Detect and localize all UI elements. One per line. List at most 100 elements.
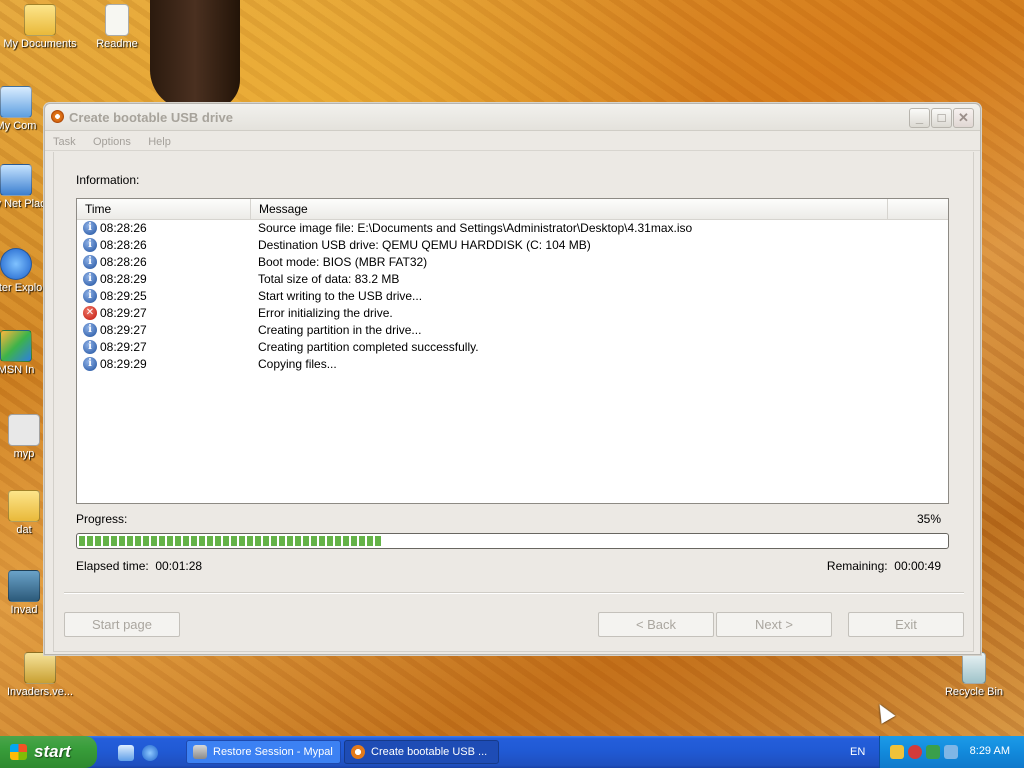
elapsed-label: Elapsed time: xyxy=(76,559,149,573)
log-rows: i 08:28:26 Source image file: E:\Documents… xyxy=(77,220,948,373)
msn-icon xyxy=(0,330,32,362)
desktop-icon-label: MSN In xyxy=(0,364,35,376)
exit-button[interactable]: Exit xyxy=(848,612,964,637)
desktop-icon-label: Readme xyxy=(96,38,138,50)
internet-explorer-icon[interactable] xyxy=(142,745,158,761)
log-row-time: 08:28:26 xyxy=(100,238,147,252)
network-icon[interactable] xyxy=(926,745,940,759)
log-row-message: Destination USB drive: QEMU QEMU HARDDIS… xyxy=(258,238,591,252)
maximize-button[interactable]: □ xyxy=(931,108,952,128)
desktop-icon-internet-explorer[interactable]: Inter Explo xyxy=(0,248,46,294)
separator xyxy=(64,592,964,594)
desktop-icon-invaders-ve[interactable]: Invaders.ve... xyxy=(0,652,80,698)
minimize-button[interactable]: _ xyxy=(909,108,930,128)
task-create-bootable-usb[interactable]: Create bootable USB ... xyxy=(344,740,499,764)
archive-icon xyxy=(24,652,56,684)
app-icon xyxy=(351,745,365,759)
progress-label: Progress: xyxy=(76,512,128,526)
log-row-time: 08:29:27 xyxy=(100,306,147,320)
log-row-message: Total size of data: 83.2 MB xyxy=(258,272,400,286)
desktop-icon-my-computer[interactable]: My Com xyxy=(0,86,46,132)
log-row[interactable]: i 08:28:26 Source image file: E:\Documents… xyxy=(77,220,948,237)
shortcut-icon xyxy=(8,414,40,446)
menu-help[interactable]: Help xyxy=(148,136,171,148)
computer-icon xyxy=(0,86,32,118)
language-indicator[interactable]: EN xyxy=(850,746,865,758)
start-label: start xyxy=(34,742,71,761)
progress-fill xyxy=(79,536,383,546)
log-row-time: 08:29:29 xyxy=(100,357,147,371)
log-row-time: 08:28:29 xyxy=(100,272,147,286)
column-header-message[interactable]: Message xyxy=(251,199,888,219)
log-row[interactable]: i 08:29:29 Copying files... xyxy=(77,356,948,373)
desktop-icon-my-documents[interactable]: My Documents xyxy=(0,4,80,50)
log-list[interactable]: Time Message i 08:28:26 Source image file:… xyxy=(76,198,949,504)
security-icon[interactable] xyxy=(890,745,904,759)
column-header-time[interactable]: Time xyxy=(77,199,251,219)
create-bootable-usb-window: Create bootable USB drive _ □ ✕ Task Opt… xyxy=(44,103,981,655)
info-icon: i xyxy=(83,221,97,235)
log-row-message: Creating partition completed successfull… xyxy=(258,340,479,354)
error-icon: ✕ xyxy=(83,306,97,320)
log-row[interactable]: i 08:29:25 Start writing to the USB drive.… xyxy=(77,288,948,305)
browser-icon xyxy=(193,745,207,759)
menu-bar: Task Options Help xyxy=(45,131,980,151)
log-row[interactable]: i 08:29:27 Creating partition completed su… xyxy=(77,339,948,356)
info-icon: i xyxy=(83,357,97,371)
menu-task[interactable]: Task xyxy=(53,136,76,148)
network-icon xyxy=(0,164,32,196)
log-row[interactable]: i 08:28:26 Boot mode: BIOS (MBR FAT32) xyxy=(77,254,948,271)
next-button[interactable]: Next > xyxy=(716,612,832,637)
log-row-time: 08:28:26 xyxy=(100,255,147,269)
volume-icon[interactable] xyxy=(944,745,958,759)
elapsed-time: Elapsed time: 00:01:28 xyxy=(76,559,202,573)
log-row-message: Boot mode: BIOS (MBR FAT32) xyxy=(258,255,428,269)
log-row-time: 08:29:25 xyxy=(100,289,147,303)
log-row-message: Source image file: E:\Documents and Sett… xyxy=(258,221,693,235)
menu-options[interactable]: Options xyxy=(93,136,131,148)
start-page-button[interactable]: Start page xyxy=(64,612,180,637)
close-button[interactable]: ✕ xyxy=(953,108,974,128)
folder-icon xyxy=(24,4,56,36)
start-button[interactable]: start xyxy=(0,736,97,768)
tree-trunk xyxy=(150,0,240,110)
task-label: Create bootable USB ... xyxy=(371,746,488,758)
desktop-icon-readme[interactable]: Readme xyxy=(77,4,157,50)
log-row[interactable]: i 08:28:26 Destination USB drive: QEMU QEM… xyxy=(77,237,948,254)
remaining-label: Remaining: xyxy=(826,559,888,573)
desktop-icon-label: Recycle Bin xyxy=(944,686,1004,698)
log-row[interactable]: i 08:28:29 Total size of data: 83.2 MB xyxy=(77,271,948,288)
desktop-icon-label: My Net Plac xyxy=(0,198,46,210)
log-row-message: Error initializing the drive. xyxy=(258,306,393,320)
task-restore-session[interactable]: Restore Session - Mypal xyxy=(186,740,341,764)
desktop-icon-label: myp xyxy=(13,448,35,460)
log-row-message: Creating partition in the drive... xyxy=(258,323,422,337)
log-row[interactable]: i 08:29:27 Creating partition in the drive… xyxy=(77,322,948,339)
remaining-time: Remaining: 00:00:49 xyxy=(827,559,941,573)
info-icon: i xyxy=(83,289,97,303)
log-row-message: Copying files... xyxy=(258,357,337,371)
show-desktop-icon[interactable] xyxy=(118,745,134,761)
desktop-icon-label: My Com xyxy=(0,120,37,132)
log-header: Time Message xyxy=(77,199,948,220)
shield-icon[interactable] xyxy=(908,745,922,759)
progress-percent: 35% xyxy=(916,512,941,526)
game-icon xyxy=(8,570,40,602)
clock[interactable]: 8:29 AM xyxy=(970,745,1010,757)
task-label: Restore Session - Mypal xyxy=(213,746,333,758)
desktop-icon-label: Invaders.ve... xyxy=(6,686,74,698)
desktop-icon-msn[interactable]: MSN In xyxy=(0,330,46,376)
desktop-icon-label: Inter Explo xyxy=(0,282,43,294)
folder-icon xyxy=(8,490,40,522)
window-title: Create bootable USB drive xyxy=(69,110,233,125)
log-row-time: 08:29:27 xyxy=(100,340,147,354)
log-row[interactable]: ✕ 08:29:27 Error initializing the drive. xyxy=(77,305,948,322)
remaining-value: 00:00:49 xyxy=(894,559,941,573)
desktop-icon-recycle-bin[interactable]: Recycle Bin xyxy=(934,652,1014,698)
taskbar: start Restore Session - Mypal Create boo… xyxy=(0,736,1024,768)
desktop-icon-label: Invad xyxy=(10,604,38,616)
back-button[interactable]: < Back xyxy=(598,612,714,637)
title-bar[interactable]: Create bootable USB drive _ □ ✕ xyxy=(45,104,980,131)
desktop-icon-network-places[interactable]: My Net Plac xyxy=(0,164,46,210)
info-icon: i xyxy=(83,340,97,354)
